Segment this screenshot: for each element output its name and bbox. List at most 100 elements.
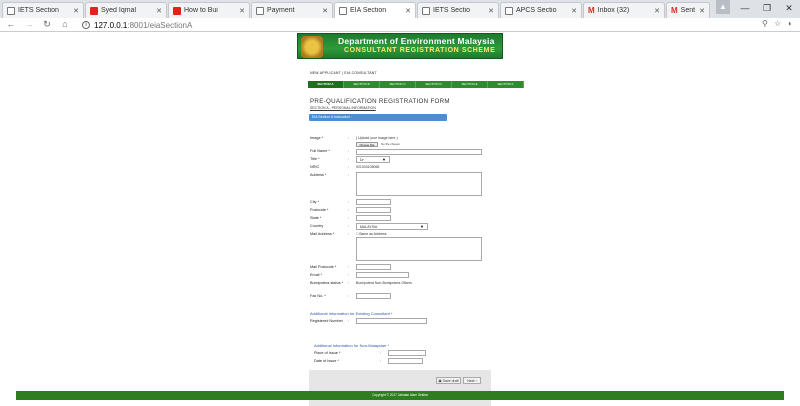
tab-strip: IETS Section ✕ Syed Iqmal ✕ How to Bui ✕ Pa… [0,0,800,18]
close-icon[interactable]: ✕ [73,7,79,15]
city-label: City * [310,200,320,204]
browser-tab[interactable]: IETS Sectio ✕ [417,2,499,18]
banner-title: Department of Environment Malaysia [338,36,495,46]
image-label: Image * [310,136,324,140]
page-icon [7,6,15,15]
nric-label: NRIC [310,165,320,169]
email-label: Email * [310,273,323,277]
reg-number-label: Registered Number [310,319,343,323]
choose-file-button[interactable]: Choose File [356,142,378,147]
image-hint: ( Upload your image here ) [356,136,398,140]
instruction-bar[interactable]: EIA Section A Instruction : [309,114,447,121]
reg-number-input[interactable] [356,318,427,324]
tab-section-b[interactable]: SECTION B [344,81,380,88]
full-name-label: Full Name * [310,149,330,153]
banner-subtitle: CONSULTANT REGISTRATION SCHEME [344,47,496,54]
date-of-issue-label: Date of Issue * [314,359,339,363]
country-label: Country [310,224,324,228]
fax-input[interactable] [356,293,391,299]
email-field[interactable] [356,272,409,278]
close-icon[interactable]: ✕ [156,7,162,15]
state-input[interactable] [356,215,391,221]
address-label: Address * [310,173,327,177]
browser-tab[interactable]: APCS Sectio ✕ [500,2,582,18]
gmail-icon: M [588,5,595,15]
youtube-icon [173,6,181,15]
window-close-icon[interactable]: ✕ [778,0,800,16]
non-malaysian-panel [309,370,491,406]
country-select[interactable]: MALAYSIA ▼ [356,223,428,230]
section-subtitle: SECTION A - PERSONAL INFORMATION [310,106,376,110]
title-select[interactable]: Dr ▼ [356,156,390,163]
forward-icon[interactable]: → [22,19,36,29]
reload-icon[interactable]: ↻ [40,19,54,30]
existing-consultant-heading: Additional Information for Existing Cons… [310,311,393,316]
postcode-input[interactable] [356,207,391,213]
address-bar: ← → ↻ ⌂ i 127.0.0.1:8001/eiaSectionA ⚲ ☆… [0,18,800,32]
bookmark-star-icon[interactable]: ☆ [774,19,781,28]
tab-section-f[interactable]: SECTION F [488,81,524,88]
profile-icon[interactable]: ▲ [716,0,730,14]
info-icon[interactable]: i [82,21,90,29]
maximize-icon[interactable]: ❐ [756,0,778,16]
close-icon[interactable]: ✕ [322,7,328,15]
next-button[interactable]: Next › [463,377,481,384]
place-of-issue-input[interactable] [388,350,426,356]
nric-value: 921003105065 [356,165,380,169]
header-banner: Department of Environment Malaysia CONSU… [297,33,503,59]
page-icon [256,6,264,15]
place-of-issue-label: Place of Issue * [314,351,341,355]
tab-section-c[interactable]: SECTION C [380,81,416,88]
city-input[interactable] [356,199,391,205]
browser-tab[interactable]: Payment ✕ [251,2,333,18]
footer: Copyright © 2017 Jabatan Alam Sekitar [16,391,784,400]
bumiputera-label: Bumiputera status * [310,281,344,285]
mail-postcode-input[interactable] [356,264,391,270]
tab-section-a[interactable]: SECTION A [308,81,344,88]
tab-section-e[interactable]: SECTION E [452,81,488,88]
crest-logo [301,36,323,58]
browser-tab[interactable]: M Inbox (32) ✕ [583,2,665,18]
address-textarea[interactable] [356,172,482,196]
browser-tab-active[interactable]: EIA Section ✕ [334,2,416,18]
close-icon[interactable]: ✕ [488,7,494,15]
form-title: PRE-QUALIFICATION REGISTRATION FORM [310,98,450,105]
close-icon[interactable]: ✕ [405,7,411,15]
tab-section-d[interactable]: SECTION D [416,81,452,88]
extension-icon[interactable]: ◐ [788,19,793,28]
home-icon[interactable]: ⌂ [58,19,72,29]
postcode-label: Postcode * [310,208,329,212]
zoom-icon[interactable]: ⚲ [762,19,768,28]
non-malaysian-heading: Additional Information for Non-Malaysian… [314,343,389,348]
page-icon [339,6,347,15]
page-icon [422,6,430,15]
close-icon[interactable]: ✕ [699,7,705,15]
close-icon[interactable]: ✕ [239,7,245,15]
chevron-down-icon: ▼ [420,224,424,229]
bumiputera-radio-group[interactable]: Bumiputera Non-Bumiputera Others [356,281,412,285]
fax-label: Fax No. * [310,294,326,298]
same-as-address-checkbox[interactable]: □ Same as Address [356,232,387,236]
close-icon[interactable]: ✕ [654,7,660,15]
save-draft-button[interactable]: ▣ Save draft [436,377,461,384]
url-field[interactable]: i 127.0.0.1:8001/eiaSectionA [82,19,772,31]
mail-address-textarea[interactable] [356,237,482,261]
browser-tab[interactable]: MSent Mail -✕ [666,2,710,18]
back-icon[interactable]: ← [4,19,18,29]
close-icon[interactable]: ✕ [571,7,577,15]
title-label: Title * [310,157,320,161]
section-nav: SECTION A SECTION B SECTION C SECTION D … [308,81,524,88]
state-label: State * [310,216,322,220]
minimize-icon[interactable]: — [734,0,756,16]
browser-tab[interactable]: How to Bui ✕ [168,2,250,18]
page-icon [505,6,513,15]
mail-postcode-label: Mail Postcode * [310,265,337,269]
browser-tab[interactable]: Syed Iqmal ✕ [85,2,167,18]
youtube-icon [90,6,98,15]
full-name-input[interactable] [356,149,482,155]
chevron-down-icon: ▼ [382,157,386,162]
date-of-issue-input[interactable] [388,358,423,364]
browser-tab[interactable]: IETS Section ✕ [2,2,84,18]
page-content: Department of Environment Malaysia CONSU… [0,33,800,406]
breadcrumb: NEW APPLICANT | EIA CONSULTANT [310,71,377,75]
